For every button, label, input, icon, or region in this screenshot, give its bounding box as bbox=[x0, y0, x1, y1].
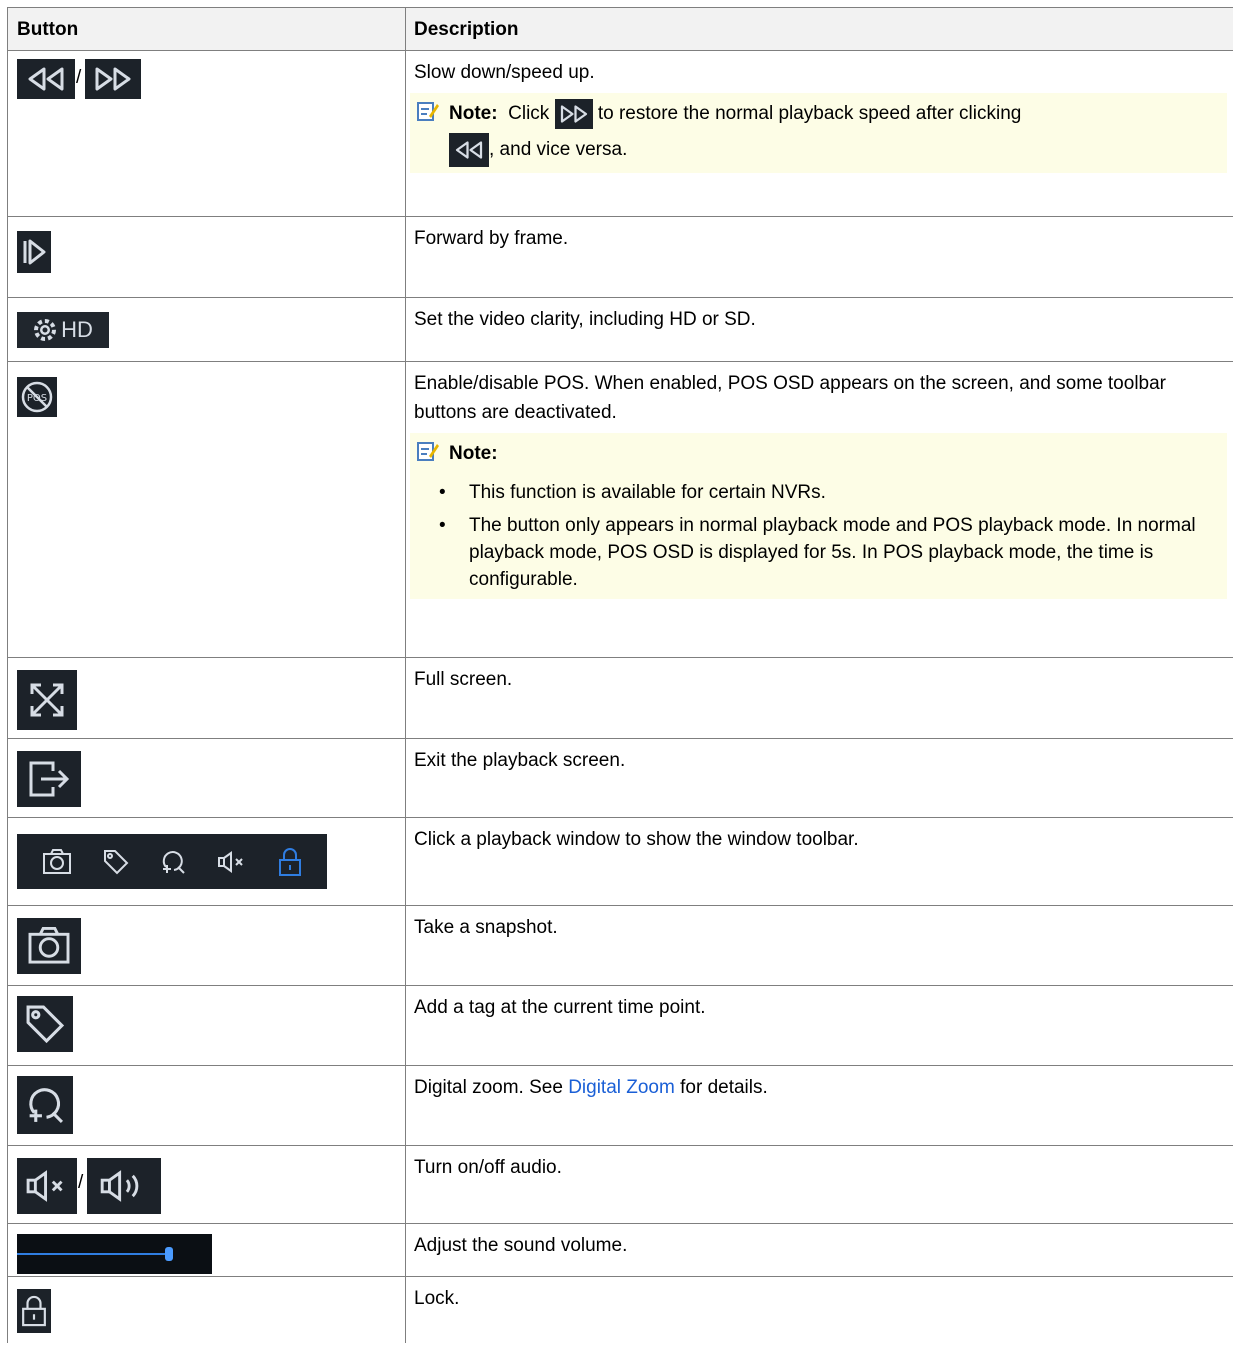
table-row: Digital zoom. See Digital Zoom for detai… bbox=[7, 1066, 1233, 1146]
full-screen-icon bbox=[17, 670, 77, 730]
button-description-table: Button Description / Slow down/speed up.… bbox=[7, 7, 1233, 1343]
snapshot-icon bbox=[17, 918, 81, 974]
digital-zoom-icon bbox=[17, 1076, 73, 1134]
table-row: HD Set the video clarity, including HD o… bbox=[7, 298, 1233, 362]
note-text-pre: Click bbox=[508, 103, 550, 124]
audio-on-icon bbox=[87, 1158, 161, 1214]
note-text-post: , and vice versa. bbox=[489, 139, 628, 161]
note-icon bbox=[417, 100, 439, 133]
note-list: This function is available for certain N… bbox=[417, 479, 1219, 593]
volume-thumb[interactable] bbox=[165, 1247, 173, 1261]
digital-zoom-icon bbox=[162, 850, 185, 874]
table-row: Click a playback window to show the wind… bbox=[7, 818, 1233, 906]
table-row: Full screen. bbox=[7, 658, 1233, 739]
volume-slider[interactable] bbox=[17, 1234, 212, 1274]
row-description: Adjust the sound volume. bbox=[414, 1235, 628, 1256]
speed-up-icon bbox=[85, 59, 141, 99]
row-description: Set the video clarity, including HD or S… bbox=[414, 309, 756, 330]
table-row: / Turn on/off audio. bbox=[7, 1146, 1233, 1224]
row-description: Enable/disable POS. When enabled, POS OS… bbox=[414, 373, 1167, 423]
table-row: POS Enable/disable POS. When enabled, PO… bbox=[7, 362, 1233, 658]
row-description: Slow down/speed up. bbox=[414, 62, 595, 83]
list-item: The button only appears in normal playba… bbox=[439, 512, 1219, 593]
list-item: This function is available for certain N… bbox=[439, 479, 1219, 506]
exit-icon bbox=[17, 751, 81, 807]
tag-icon bbox=[17, 996, 73, 1052]
header-description: Description bbox=[414, 19, 519, 40]
table-row: Adjust the sound volume. bbox=[7, 1224, 1233, 1277]
audio-off-icon bbox=[217, 850, 243, 873]
video-clarity-icon: HD bbox=[17, 312, 109, 348]
row-description: Forward by frame. bbox=[414, 228, 569, 249]
table-row: Add a tag at the current time point. bbox=[7, 986, 1233, 1066]
lock-icon bbox=[278, 847, 301, 876]
digital-zoom-link[interactable]: Digital Zoom bbox=[568, 1077, 675, 1098]
volume-track bbox=[17, 1253, 169, 1255]
note-box: Note: Click to restore the normal playba… bbox=[410, 93, 1227, 173]
tag-icon bbox=[104, 849, 129, 874]
header-button: Button bbox=[7, 8, 406, 50]
table-row: Forward by frame. bbox=[7, 217, 1233, 298]
note-box: Note: This function is available for cer… bbox=[410, 433, 1227, 599]
table-header: Button Description bbox=[7, 8, 1233, 51]
window-toolbar-icon bbox=[17, 834, 327, 889]
row-description: Digital zoom. See bbox=[414, 1077, 569, 1098]
separator: / bbox=[76, 67, 82, 88]
separator: / bbox=[78, 1172, 84, 1193]
row-description: Lock. bbox=[414, 1288, 460, 1309]
note-text-mid: to restore the normal playback speed aft… bbox=[597, 103, 1022, 124]
pos-icon: POS bbox=[17, 377, 57, 417]
note-label: Note: bbox=[449, 443, 498, 464]
table-row: / Slow down/speed up. Note: Click to res… bbox=[7, 51, 1233, 217]
lock-icon bbox=[17, 1289, 51, 1333]
table-row: Take a snapshot. bbox=[7, 906, 1233, 986]
row-description-suffix: for details. bbox=[674, 1077, 768, 1098]
row-description: Take a snapshot. bbox=[414, 917, 558, 938]
table-row: Exit the playback screen. bbox=[7, 739, 1233, 818]
row-description: Full screen. bbox=[414, 669, 513, 690]
speed-up-icon bbox=[554, 98, 593, 129]
slow-down-icon bbox=[449, 133, 489, 167]
row-description: Add a tag at the current time point. bbox=[414, 997, 706, 1018]
slow-down-icon bbox=[17, 59, 75, 99]
audio-off-icon bbox=[17, 1158, 77, 1214]
hd-label: HD bbox=[61, 317, 93, 342]
snapshot-icon bbox=[43, 848, 72, 874]
note-icon bbox=[417, 440, 439, 473]
row-description: Exit the playback screen. bbox=[414, 750, 626, 771]
note-label: Note: bbox=[449, 103, 498, 124]
pos-icon-text: POS bbox=[27, 393, 47, 404]
frame-forward-icon bbox=[17, 231, 51, 273]
table-row: Lock. bbox=[7, 1277, 1233, 1343]
row-description: Turn on/off audio. bbox=[414, 1157, 562, 1178]
row-description: Click a playback window to show the wind… bbox=[414, 829, 859, 850]
